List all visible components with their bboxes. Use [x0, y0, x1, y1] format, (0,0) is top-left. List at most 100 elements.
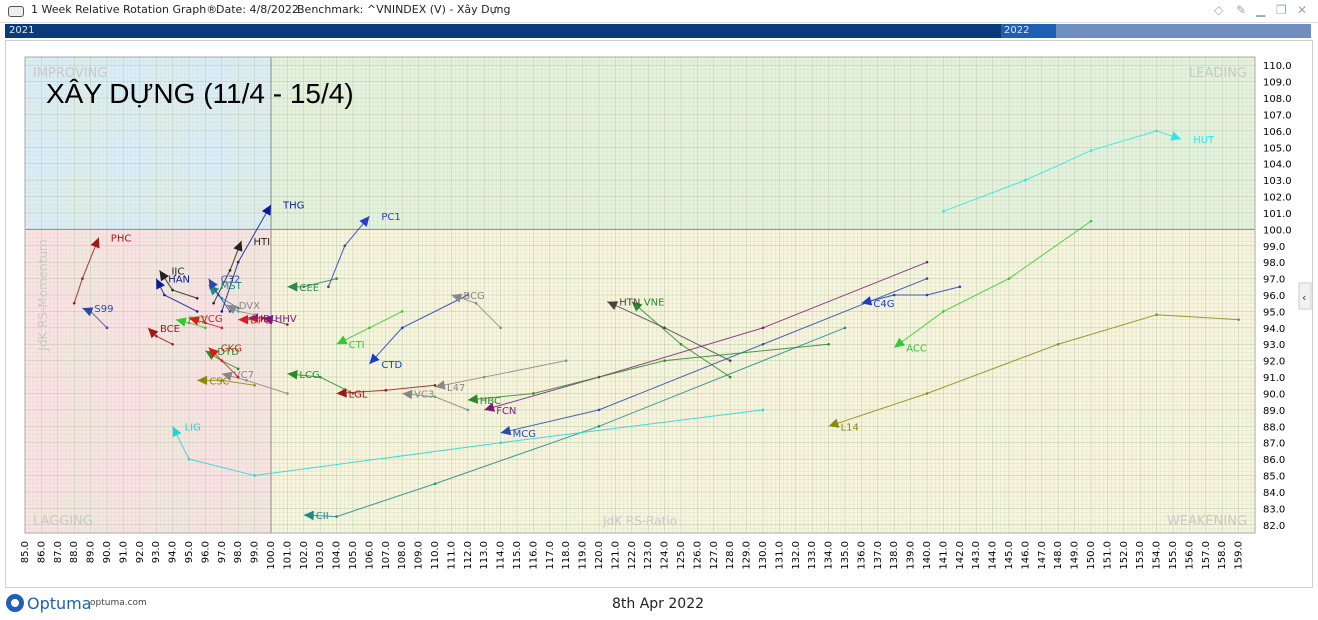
- series-label-lcg: LCG: [299, 370, 319, 381]
- pin-icon[interactable]: ✎: [1236, 3, 1246, 17]
- series-label-vcg: VCG: [201, 314, 223, 325]
- series-point-cti: [400, 310, 404, 313]
- x-tick-label: 159.0: [1234, 541, 1245, 570]
- series-point-pc1: [327, 285, 330, 289]
- series-point-hbc: [663, 359, 666, 362]
- x-tick-label: 137.0: [873, 541, 884, 570]
- x-tick-label: 96.0: [200, 541, 211, 563]
- series-point-c4g: [958, 285, 962, 289]
- series-point-fcn: [761, 326, 765, 330]
- x-tick-label: 123.0: [643, 541, 654, 570]
- y-axis-title: JdK RS-Momentum: [36, 239, 50, 352]
- quadrant-label: LEADING: [1189, 66, 1247, 81]
- series-label-ctd: CTD: [381, 360, 402, 371]
- y-tick-label: 100.0: [1263, 225, 1292, 236]
- series-label-fcn: FCN: [496, 406, 516, 417]
- series-label-bcg: BCG: [463, 291, 484, 302]
- x-tick-label: 152.0: [1119, 541, 1130, 570]
- y-tick-label: 93.0: [1263, 340, 1285, 351]
- maximize-icon[interactable]: ❐: [1276, 3, 1287, 17]
- series-point-acc: [942, 310, 945, 313]
- y-tick-label: 104.0: [1263, 160, 1292, 171]
- series-point-l14: [925, 392, 929, 395]
- y-tick-label: 107.0: [1263, 110, 1292, 121]
- chart-frame: IMPROVING LEADING LAGGING WEAKENING JdK RS-R…: [5, 40, 1313, 588]
- x-tick-label: 141.0: [938, 541, 949, 570]
- series-point-vcg: [220, 326, 224, 330]
- x-tick-label: 147.0: [1037, 541, 1048, 570]
- y-tick-label: 110.0: [1263, 61, 1292, 72]
- series-point-phc: [81, 277, 84, 280]
- series-point-thg: [220, 310, 224, 313]
- x-tick-label: 125.0: [676, 541, 687, 570]
- series-point-lig: [253, 474, 256, 477]
- series-label-ijc: IJC: [171, 266, 184, 277]
- series-point-csc: [253, 383, 256, 387]
- series-point-bce: [171, 342, 174, 346]
- y-tick-label: 85.0: [1263, 472, 1285, 483]
- series-label-csc: CSC: [209, 376, 229, 387]
- x-tick-label: 98.0: [233, 541, 244, 563]
- series-label-mcg: MCG: [513, 429, 536, 440]
- x-tick-label: 109.0: [414, 541, 425, 570]
- y-tick-label: 106.0: [1263, 127, 1292, 138]
- series-point-c4g: [925, 293, 929, 297]
- series-point-vc7: [286, 392, 289, 395]
- series-point-ckg: [220, 359, 224, 362]
- series-point-hut: [1155, 129, 1158, 133]
- y-tick-label: 101.0: [1263, 209, 1292, 220]
- x-tick-label: 87.0: [53, 541, 64, 563]
- minimize-icon[interactable]: ▁: [1256, 3, 1265, 17]
- x-tick-label: 134.0: [824, 541, 835, 570]
- series-label-vc3: VC3: [414, 389, 434, 400]
- window-title: 1 Week Relative Rotation Graph®: [31, 3, 218, 16]
- series-point-lgl: [384, 388, 388, 392]
- y-tick-label: 84.0: [1263, 488, 1285, 499]
- series-point-vne: [728, 375, 732, 379]
- series-point-ijc: [171, 288, 174, 292]
- window-icon: [8, 6, 24, 17]
- timeline-right-year: 2022: [1004, 25, 1030, 36]
- timeline-scrollbar[interactable]: 2021 2022: [5, 24, 1311, 38]
- y-tick-label: 94.0: [1263, 324, 1285, 335]
- x-tick-label: 113.0: [479, 541, 490, 570]
- x-tick-label: 111.0: [446, 541, 457, 570]
- series-point-vne: [679, 342, 683, 346]
- series-point-bcg: [499, 326, 502, 330]
- x-tick-label: 110.0: [430, 541, 441, 570]
- series-point-l47: [482, 375, 486, 379]
- x-tick-label: 129.0: [742, 541, 753, 570]
- series-label-l47: L47: [447, 383, 465, 394]
- series-point-acc: [1007, 277, 1011, 280]
- series-point-han: [195, 310, 199, 313]
- series-point-bce: [154, 334, 158, 338]
- series-label-lig: LIG: [185, 422, 201, 433]
- series-point-l14: [1237, 318, 1240, 321]
- x-tick-label: 92.0: [135, 541, 146, 563]
- series-point-vc3: [466, 408, 470, 412]
- x-tick-label: 158.0: [1217, 541, 1228, 570]
- series-point-htn: [663, 326, 666, 330]
- x-tick-label: 135.0: [840, 541, 851, 570]
- series-label-s99: S99: [94, 304, 113, 315]
- series-point-l47: [564, 359, 568, 362]
- close-icon[interactable]: ✕: [1297, 3, 1307, 17]
- series-point-ijc: [195, 296, 199, 300]
- series-point-hut: [942, 209, 945, 213]
- x-tick-label: 95.0: [184, 541, 195, 563]
- series-point-hbc: [827, 342, 830, 346]
- x-tick-label: 102.0: [299, 541, 310, 570]
- series-label-l14: L14: [841, 422, 859, 433]
- series-label-cti: CTI: [349, 340, 365, 351]
- x-tick-label: 106.0: [364, 541, 375, 570]
- y-tick-label: 95.0: [1263, 307, 1285, 318]
- diamond-icon[interactable]: ◇: [1214, 3, 1223, 17]
- x-tick-label: 151.0: [1102, 541, 1113, 570]
- x-tick-label: 100.0: [266, 541, 277, 570]
- series-point-dvx: [253, 313, 256, 316]
- footer-date: 8th Apr 2022: [612, 596, 705, 612]
- x-tick-label: 153.0: [1135, 541, 1146, 570]
- series-point-htn: [728, 359, 732, 362]
- rrg-chart[interactable]: IMPROVING LEADINGLAGGING WEAKENINGJdK RS-R…: [6, 41, 1312, 587]
- series-point-mcg: [761, 342, 765, 346]
